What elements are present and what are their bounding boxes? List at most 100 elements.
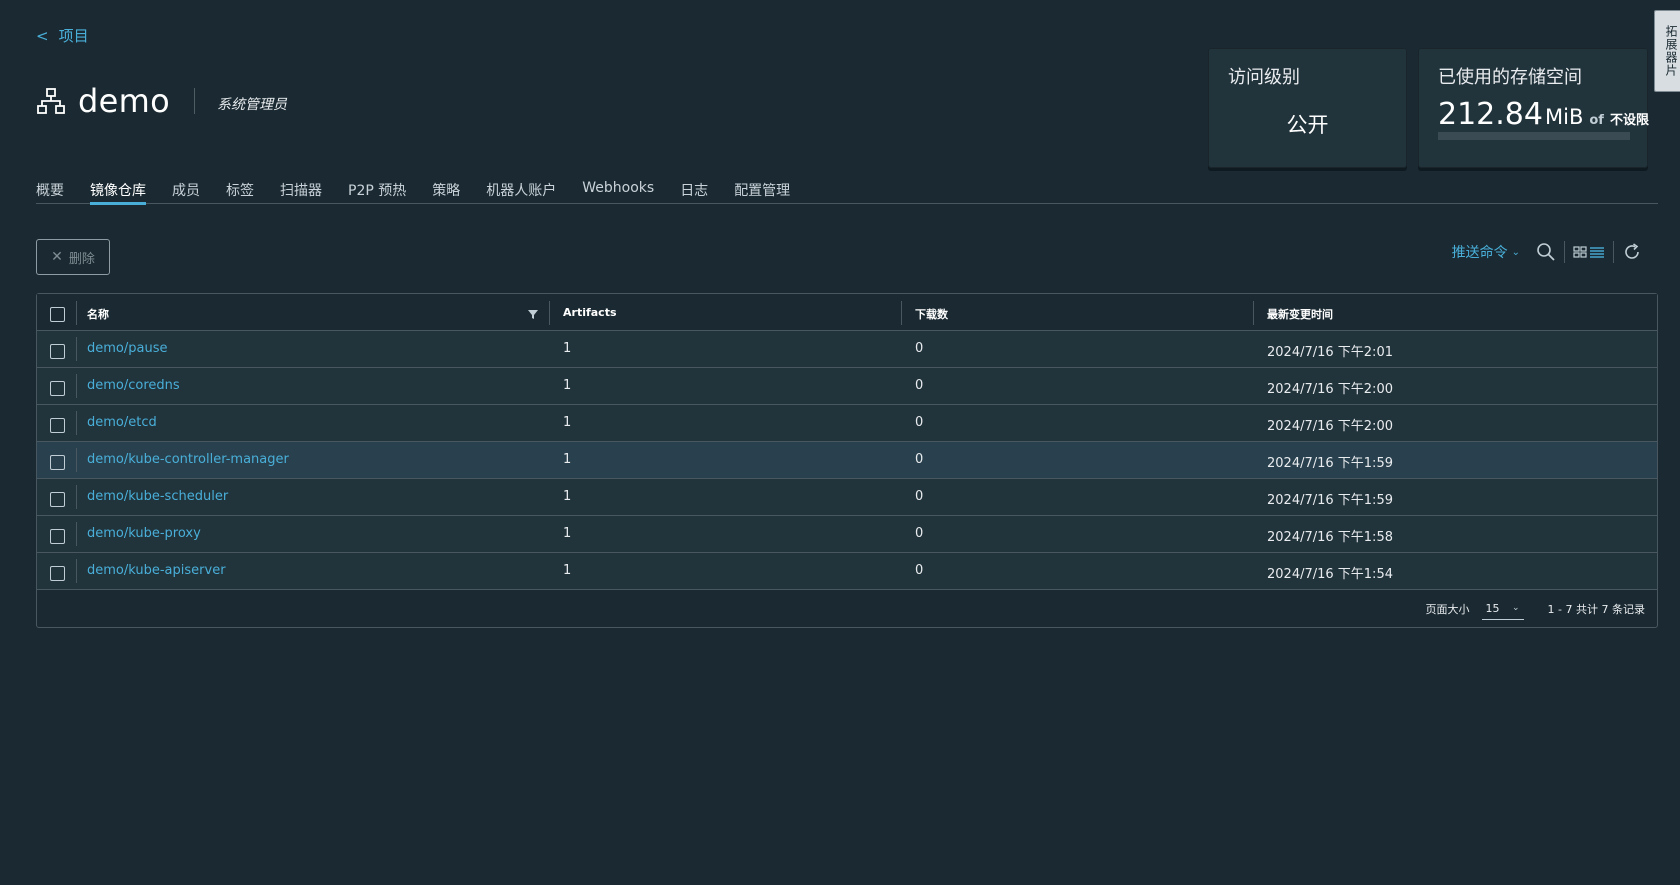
artifacts-count: 1 bbox=[563, 378, 572, 393]
refresh-icon[interactable] bbox=[1622, 242, 1642, 262]
updated-time: 2024/7/16 下午1:59 bbox=[1267, 456, 1393, 471]
tab-item[interactable]: 成员 bbox=[172, 168, 200, 204]
storage-limit-value: 不设限 bbox=[1609, 113, 1649, 128]
select-all-cell bbox=[37, 303, 77, 322]
storage-value-row: 212.84 MiB of 不设限 bbox=[1438, 97, 1649, 132]
repository-name-link[interactable]: demo/pause bbox=[87, 341, 167, 356]
pagination-summary: 1 - 7 共计 7 条记录 bbox=[1547, 602, 1645, 616]
row-checkbox[interactable] bbox=[49, 417, 65, 433]
delete-button[interactable]: ✕ 删除 bbox=[36, 239, 110, 275]
column-header-artifacts[interactable]: Artifacts bbox=[563, 306, 617, 319]
tab-item[interactable]: 标签 bbox=[226, 168, 254, 204]
search-icon[interactable] bbox=[1536, 242, 1556, 262]
tab-item[interactable]: 机器人账户 bbox=[486, 168, 556, 204]
storage-usage-card: 已使用的存储空间 212.84 MiB of 不设限 bbox=[1418, 48, 1649, 168]
project-header: demo 系统管理员 bbox=[36, 80, 287, 122]
tab-item[interactable]: 策略 bbox=[432, 168, 460, 204]
access-level-value: 公开 bbox=[1286, 113, 1329, 137]
back-link-label: 项目 bbox=[58, 27, 89, 45]
table-row[interactable]: demo/coredns 1 0 2024/7/16 下午2:00 bbox=[37, 368, 1657, 405]
pull-count: 0 bbox=[915, 452, 924, 467]
page-size-select[interactable]: 15 ⌄ bbox=[1481, 598, 1524, 620]
table-footer: 页面大小 15 ⌄ 1 - 7 共计 7 条记录 bbox=[37, 590, 1657, 627]
column-separator bbox=[1253, 301, 1254, 325]
access-level-title: 访问级别 bbox=[1228, 67, 1300, 88]
pull-count: 0 bbox=[915, 526, 924, 541]
row-select-cell bbox=[37, 377, 77, 396]
column-header-pulls[interactable]: 下载数 bbox=[915, 306, 948, 322]
updated-time: 2024/7/16 下午1:54 bbox=[1267, 567, 1393, 582]
storage-title: 已使用的存储空间 bbox=[1438, 67, 1582, 88]
row-checkbox[interactable] bbox=[49, 491, 65, 507]
page-size-value: 15 bbox=[1485, 601, 1500, 615]
back-to-projects-link[interactable]: < 项目 bbox=[36, 25, 89, 46]
row-select-cell bbox=[37, 414, 77, 433]
row-checkbox[interactable] bbox=[49, 565, 65, 581]
row-checkbox[interactable] bbox=[49, 528, 65, 544]
column-separator bbox=[549, 301, 550, 325]
table-row[interactable]: demo/pause 1 0 2024/7/16 下午2:01 bbox=[37, 331, 1657, 368]
repository-name-link[interactable]: demo/etcd bbox=[87, 415, 157, 430]
delete-button-label: 删除 bbox=[68, 251, 95, 267]
card-view-icon[interactable] bbox=[1573, 242, 1605, 262]
page-size-label: 页面大小 bbox=[1425, 602, 1470, 616]
tab-item[interactable]: 镜像仓库 bbox=[90, 168, 146, 205]
row-checkbox[interactable] bbox=[49, 454, 65, 470]
tab-item[interactable]: 配置管理 bbox=[734, 168, 790, 204]
tab-item[interactable]: 日志 bbox=[680, 168, 708, 204]
repository-name-link[interactable]: demo/coredns bbox=[87, 378, 180, 393]
table-body: demo/pause 1 0 2024/7/16 下午2:01 demo/coredns… bbox=[37, 331, 1657, 590]
storage-of-label: of bbox=[1589, 113, 1604, 128]
artifacts-count: 1 bbox=[563, 489, 572, 504]
table-row[interactable]: demo/kube-apiserver 1 0 2024/7/16 下午1:54 bbox=[37, 553, 1657, 590]
table-row[interactable]: demo/etcd 1 0 2024/7/16 下午2:00 bbox=[37, 405, 1657, 442]
repository-name-link[interactable]: demo/kube-scheduler bbox=[87, 489, 228, 504]
table-header: 名称 Artifacts 下载数 最新变更时间 bbox=[37, 294, 1657, 331]
column-header-name[interactable]: 名称 bbox=[87, 306, 109, 322]
column-header-updated[interactable]: 最新变更时间 bbox=[1267, 306, 1333, 322]
table-row[interactable]: demo/kube-scheduler 1 0 2024/7/16 下午1:59 bbox=[37, 479, 1657, 516]
column-separator bbox=[76, 374, 77, 398]
filter-icon[interactable] bbox=[527, 308, 539, 320]
tab-item[interactable]: 概要 bbox=[36, 168, 64, 204]
artifacts-count: 1 bbox=[563, 526, 572, 541]
artifacts-count: 1 bbox=[563, 563, 572, 578]
project-tabs: 概要 镜像仓库 成员 标签 扫描器 P2P 预热 策略 机器人账户 Webhooks 日志 配置管理 bbox=[36, 168, 1658, 205]
side-panel-tab[interactable]: 拓展器片 bbox=[1654, 10, 1680, 92]
pull-count: 0 bbox=[915, 563, 924, 578]
access-level-card: 访问级别 公开 bbox=[1208, 48, 1407, 168]
table-row[interactable]: demo/kube-proxy 1 0 2024/7/16 下午1:58 bbox=[37, 516, 1657, 553]
project-tree-icon bbox=[37, 88, 65, 114]
header-divider bbox=[193, 88, 195, 114]
select-all-checkbox[interactable] bbox=[49, 306, 65, 322]
updated-time: 2024/7/16 下午1:59 bbox=[1267, 493, 1393, 508]
table-row[interactable]: demo/kube-controller-manager 1 0 2024/7/16 … bbox=[37, 442, 1657, 479]
chevron-left-icon: < bbox=[36, 26, 49, 45]
row-checkbox[interactable] bbox=[49, 343, 65, 359]
repository-name-link[interactable]: demo/kube-apiserver bbox=[87, 563, 226, 578]
column-separator bbox=[76, 337, 77, 361]
toolbar-separator bbox=[1613, 241, 1614, 263]
pull-count: 0 bbox=[915, 489, 924, 504]
column-separator bbox=[76, 559, 77, 583]
column-separator bbox=[76, 485, 77, 509]
tab-item[interactable]: 扫描器 bbox=[280, 168, 322, 204]
row-select-cell bbox=[37, 488, 77, 507]
repository-name-link[interactable]: demo/kube-controller-manager bbox=[87, 452, 289, 467]
row-checkbox[interactable] bbox=[49, 380, 65, 396]
tab-item[interactable]: Webhooks bbox=[582, 168, 654, 204]
tab-item[interactable]: P2P 预热 bbox=[348, 168, 406, 204]
row-select-cell bbox=[37, 562, 77, 581]
pull-count: 0 bbox=[915, 378, 924, 393]
column-separator bbox=[76, 301, 77, 325]
user-role: 系统管理员 bbox=[216, 97, 287, 113]
column-separator bbox=[76, 448, 77, 472]
artifacts-count: 1 bbox=[563, 341, 572, 356]
push-command-dropdown[interactable]: 推送命令 ⌄ bbox=[1452, 242, 1520, 262]
column-separator bbox=[901, 301, 902, 325]
chevron-down-icon: ⌄ bbox=[1511, 246, 1520, 258]
push-command-label: 推送命令 bbox=[1451, 245, 1508, 261]
repository-name-link[interactable]: demo/kube-proxy bbox=[87, 526, 201, 541]
storage-progress-bar bbox=[1438, 132, 1630, 140]
grid-toolbar: 推送命令 ⌄ bbox=[1452, 240, 1642, 264]
